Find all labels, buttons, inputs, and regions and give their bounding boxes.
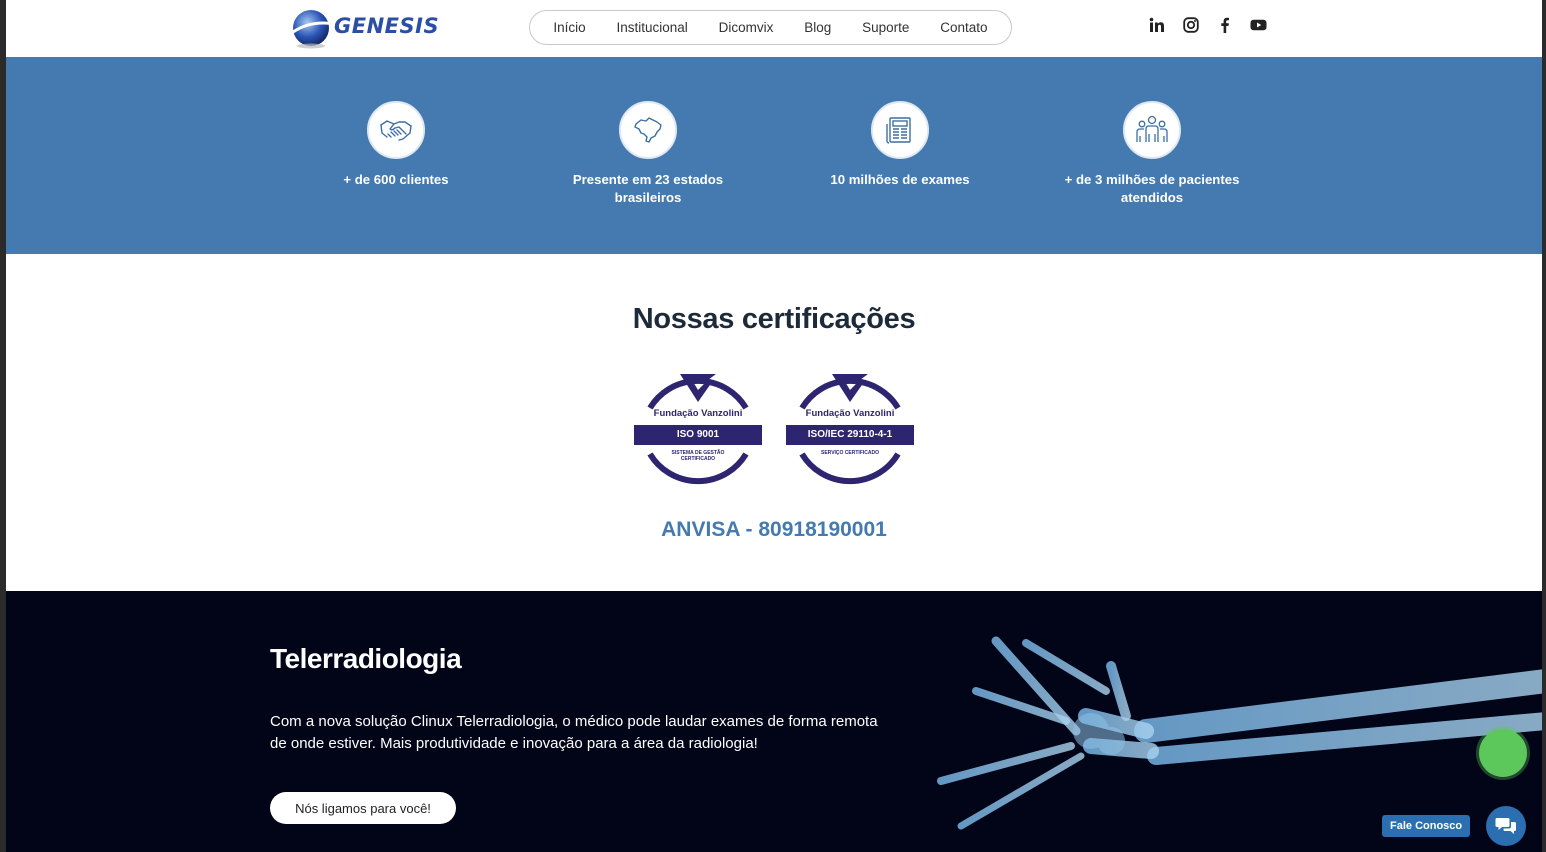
certifications-title: Nossas certificações	[632, 303, 916, 335]
genesis-logo[interactable]: GENESIS	[289, 6, 449, 50]
nav-inicio[interactable]: Início	[553, 20, 585, 35]
nav-institucional[interactable]: Institucional	[617, 20, 688, 35]
status-bubble[interactable]	[1479, 729, 1527, 777]
seal-iso-29110: Fundação Vanzolini ISO/IEC 29110-4-1 SER…	[784, 368, 916, 490]
seal-1-caption-2: CERTIFICADO	[680, 456, 716, 462]
seal-2-standard: ISO/IEC 29110-4-1	[786, 425, 914, 445]
stat-exams: 10 milhões de exames	[795, 101, 1005, 189]
brazil-map-icon	[619, 101, 677, 159]
main-nav: Início Institucional Dicomvix Blog Supor…	[529, 10, 1012, 45]
seal-2-caption-1: SERVIÇO CERTIFICADO	[821, 450, 879, 456]
seal-1-standard: ISO 9001	[634, 425, 762, 445]
facebook-icon[interactable]	[1216, 16, 1233, 33]
chat-bubbles-icon	[1495, 818, 1516, 834]
telerradiologia-hero: Telerradiologia Com a nova solução Clinu…	[6, 591, 1542, 852]
stat-patients-label: + de 3 milhões de pacientes atendidos	[1064, 172, 1240, 205]
chat-button[interactable]	[1486, 806, 1526, 846]
seal-2-org: Fundação Vanzolini	[805, 408, 895, 419]
seal-iso-9001: Fundação Vanzolini ISO 9001 SISTEMA DE G…	[632, 368, 764, 490]
seal-1-org: Fundação Vanzolini	[653, 408, 743, 419]
hero-description: Com a nova solução Clinux Telerradiologi…	[270, 713, 878, 752]
nav-contato[interactable]: Contato	[940, 20, 987, 35]
linkedin-icon[interactable]	[1148, 16, 1165, 33]
handshake-icon	[367, 101, 425, 159]
stat-clients: + de 600 clientes	[291, 101, 501, 189]
people-icon	[1123, 101, 1181, 159]
logo-text: GENESIS	[334, 14, 440, 38]
instagram-icon[interactable]	[1182, 16, 1199, 33]
callback-button[interactable]: Nós ligamos para você!	[270, 792, 456, 824]
stats-band: + de 600 clientes Presente em 23 estados…	[6, 57, 1542, 254]
window-edge-right	[1542, 0, 1546, 852]
anvisa-registration: ANVISA - 80918190001	[661, 518, 887, 541]
stat-patients: + de 3 milhões de pacientes atendidos	[1047, 101, 1257, 207]
nav-dicomvix[interactable]: Dicomvix	[719, 20, 774, 35]
nav-blog[interactable]: Blog	[804, 20, 831, 35]
site-header: GENESIS Início Institucional Dicomvix Bl…	[6, 0, 1542, 57]
stat-states-label: Presente em 23 estados brasileiros	[572, 172, 724, 205]
stat-exams-label: 10 milhões de exames	[830, 172, 970, 187]
stat-clients-label: + de 600 clientes	[343, 172, 449, 187]
hero-title: Telerradiologia	[270, 643, 462, 674]
chat-label[interactable]: Fale Conosco	[1382, 815, 1471, 837]
youtube-icon[interactable]	[1250, 16, 1267, 33]
nav-suporte[interactable]: Suporte	[862, 20, 909, 35]
newspaper-icon	[871, 101, 929, 159]
social-links	[1148, 16, 1267, 33]
stat-states: Presente em 23 estados brasileiros	[543, 101, 753, 207]
